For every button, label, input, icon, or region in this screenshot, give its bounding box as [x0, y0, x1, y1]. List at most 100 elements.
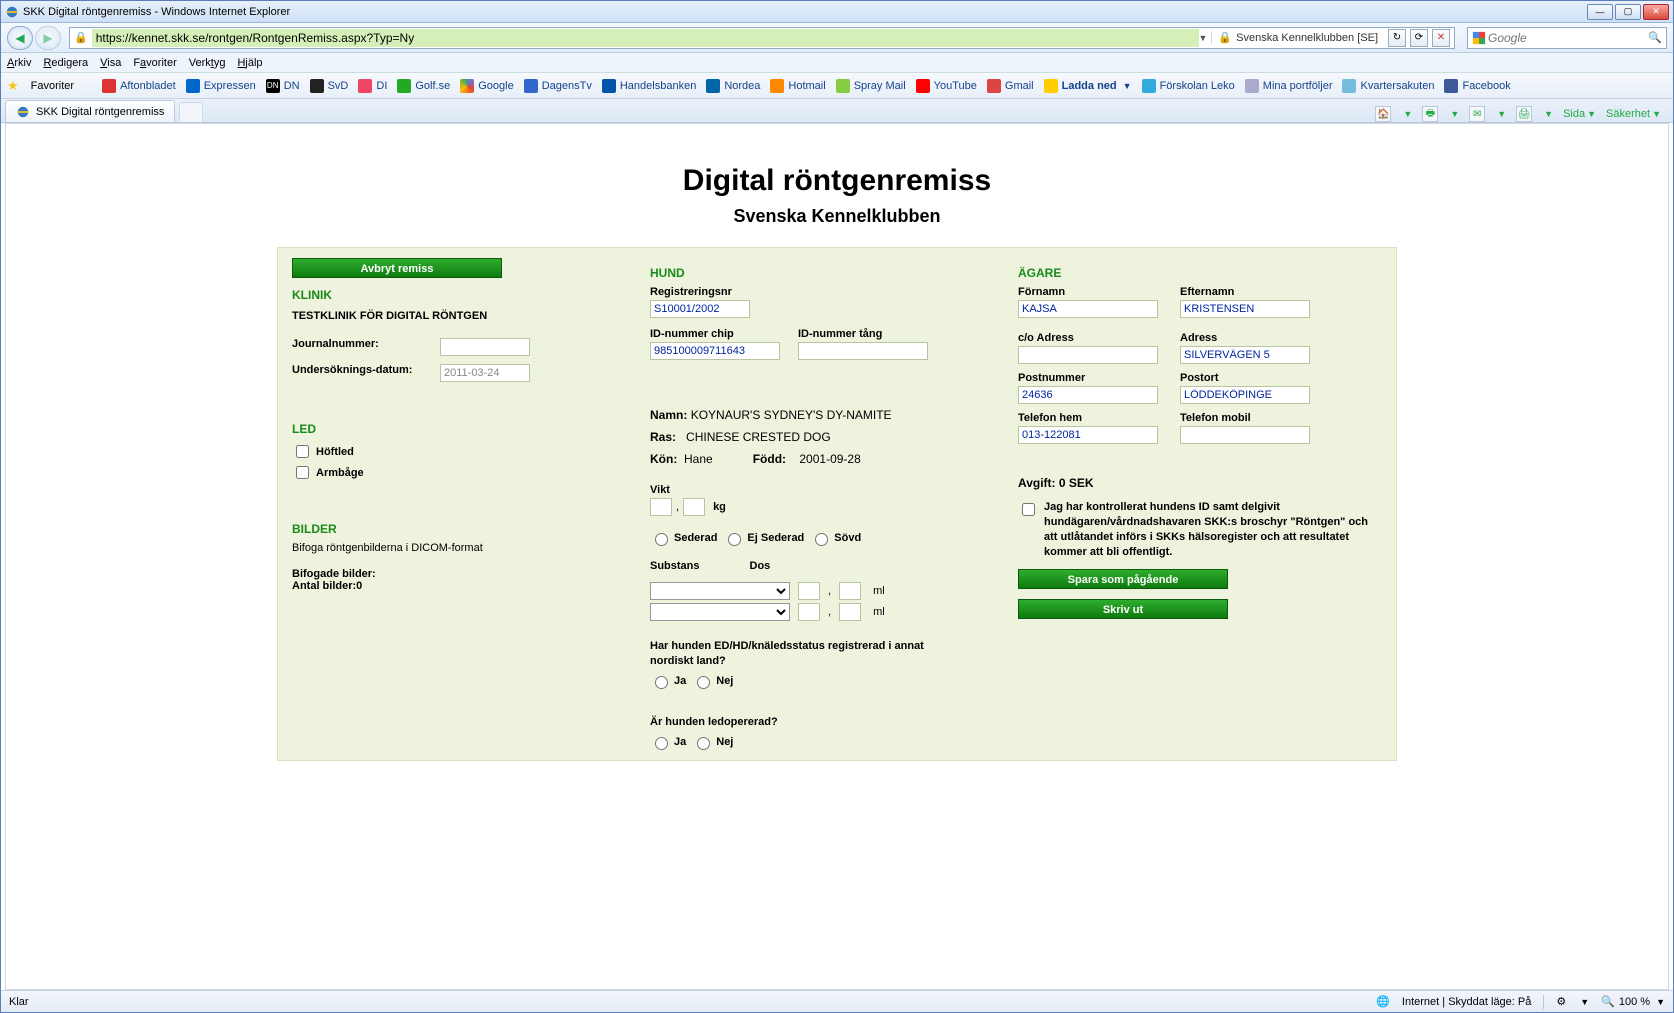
journal-label: Journalnummer:: [292, 338, 422, 356]
efternamn-label: Efternamn: [1180, 286, 1310, 298]
exam-date-input[interactable]: [440, 364, 530, 382]
reg-input[interactable]: [650, 300, 750, 318]
dos2-whole-input[interactable]: [798, 603, 820, 621]
bookmark-handelsbanken[interactable]: Handelsbanken: [602, 79, 696, 93]
bookmark-kvartersakuten[interactable]: Kvartersakuten: [1342, 79, 1434, 93]
close-button[interactable]: ✕: [1643, 4, 1669, 20]
bookmark-di[interactable]: DI: [358, 79, 387, 93]
substans2-select[interactable]: [650, 603, 790, 621]
search-input[interactable]: [1486, 30, 1648, 46]
oper-nej-radio[interactable]: [697, 737, 710, 750]
bookmark-svd[interactable]: SvD: [310, 79, 349, 93]
url-dropdown-icon[interactable]: ▼: [1199, 33, 1208, 43]
chchip-label: ID-nummer chip: [650, 328, 780, 340]
ie-icon: [5, 5, 19, 19]
zoom-control[interactable]: 🔍 100 %▼: [1601, 995, 1665, 1008]
minimize-button[interactable]: —: [1587, 4, 1613, 20]
padlock-icon: 🔒: [1218, 31, 1232, 44]
tang-input[interactable]: [798, 342, 928, 360]
bookmark-dn[interactable]: DNDN: [266, 79, 300, 93]
avbryt-remiss-button[interactable]: Avbryt remiss: [292, 258, 502, 278]
efternamn-input[interactable]: [1180, 300, 1310, 318]
refresh-button[interactable]: ↻: [1388, 29, 1406, 47]
safety-menu[interactable]: Säkerhet▼: [1606, 108, 1661, 120]
nordic-ja-radio[interactable]: [655, 676, 668, 689]
bookmark-youtube[interactable]: YouTube: [916, 79, 977, 93]
feeds-icon[interactable]: 🖶: [1422, 106, 1438, 122]
postnr-input[interactable]: [1018, 386, 1158, 404]
bookmark-spraymail[interactable]: Spray Mail: [836, 79, 906, 93]
adress-input[interactable]: [1180, 346, 1310, 364]
bookmark-laddaned[interactable]: Ladda ned▼: [1044, 79, 1132, 93]
bookmark-facebook[interactable]: Facebook: [1444, 79, 1510, 93]
bookmark-aftonbladet[interactable]: Aftonbladet: [102, 79, 176, 93]
favorites-label[interactable]: Favoriter: [31, 80, 74, 92]
protected-mode-icon[interactable]: ⚙: [1556, 995, 1566, 1008]
fornamn-label: Förnamn: [1018, 286, 1158, 298]
armbage-checkbox[interactable]: [296, 466, 309, 479]
fornamn-input[interactable]: [1018, 300, 1158, 318]
menu-arkiv[interactable]: Arkiv: [7, 57, 31, 69]
telhem-input[interactable]: [1018, 426, 1158, 444]
menu-verktyg[interactable]: Verktyg: [189, 57, 226, 69]
hoftled-label: Höftled: [316, 446, 354, 458]
chip-input[interactable]: [650, 342, 780, 360]
new-tab-button[interactable]: [179, 102, 203, 122]
sederad-radio[interactable]: [655, 533, 668, 546]
dos2-unit: ml: [873, 606, 885, 618]
nordic-nej-radio[interactable]: [697, 676, 710, 689]
mail-icon[interactable]: ✉: [1469, 106, 1485, 122]
substans1-select[interactable]: [650, 582, 790, 600]
vikt-dec-input[interactable]: [683, 498, 705, 516]
address-bar[interactable]: 🔒 ▼ 🔒 Svenska Kennelklubben [SE] ↻ ⟳ ✕: [69, 27, 1455, 49]
sovd-radio[interactable]: [815, 533, 828, 546]
menu-redigera[interactable]: Redigera: [43, 57, 88, 69]
print-icon[interactable]: 🖨: [1516, 106, 1532, 122]
search-go-icon[interactable]: 🔍: [1648, 31, 1662, 44]
bookmark-google[interactable]: Google: [460, 79, 513, 93]
telmob-input[interactable]: [1180, 426, 1310, 444]
dos1-whole-input[interactable]: [798, 582, 820, 600]
tab-active[interactable]: SKK Digital röntgenremiss: [5, 100, 175, 122]
dos1-dec-input[interactable]: [839, 582, 861, 600]
refresh-alt-button[interactable]: ⟳: [1410, 29, 1428, 47]
bookmark-expressen[interactable]: Expressen: [186, 79, 256, 93]
vikt-whole-input[interactable]: [650, 498, 672, 516]
reg-label: Registreringsnr: [650, 286, 990, 298]
bookmark-dagenstv[interactable]: DagensTv: [524, 79, 592, 93]
menu-visa[interactable]: Visa: [100, 57, 121, 69]
maximize-button[interactable]: ▢: [1615, 4, 1641, 20]
postort-input[interactable]: [1180, 386, 1310, 404]
consent-checkbox[interactable]: [1022, 503, 1035, 516]
favorites-star-icon[interactable]: ★: [7, 78, 19, 94]
ej-sederad-radio[interactable]: [728, 533, 741, 546]
site-identity[interactable]: 🔒 Svenska Kennelklubben [SE]: [1211, 31, 1384, 44]
home-icon[interactable]: 🏠: [1375, 106, 1391, 122]
oper-ja-radio[interactable]: [655, 737, 668, 750]
journal-input[interactable]: [440, 338, 530, 356]
bookmark-nordea[interactable]: Nordea: [706, 79, 760, 93]
bookmark-hotmail[interactable]: Hotmail: [770, 79, 825, 93]
dos1-unit: ml: [873, 585, 885, 597]
spara-button[interactable]: Spara som pågående: [1018, 569, 1228, 589]
co-input[interactable]: [1018, 346, 1158, 364]
bookmark-gmail[interactable]: Gmail: [987, 79, 1034, 93]
bookmark-golf[interactable]: Golf.se: [397, 79, 450, 93]
bookmark-portfoljer[interactable]: Mina portföljer: [1245, 79, 1333, 93]
forward-button[interactable]: ▶: [35, 26, 61, 50]
back-button[interactable]: ◀: [7, 26, 33, 50]
sedation-group: Sederad Ej Sederad Sövd: [650, 530, 990, 546]
menu-hjalp[interactable]: Hjälp: [237, 57, 262, 69]
command-bar: 🏠▼ 🖶▼ ✉▼ 🖨▼ Sida▼ Säkerhet▼: [1375, 106, 1669, 122]
avgift-label: Avgift:: [1018, 476, 1056, 490]
page-menu[interactable]: Sida▼: [1563, 108, 1596, 120]
url-input[interactable]: [92, 29, 1199, 47]
hoftled-checkbox[interactable]: [296, 445, 309, 458]
bookmark-forskolan[interactable]: Förskolan Leko: [1142, 79, 1235, 93]
skrivut-button[interactable]: Skriv ut: [1018, 599, 1228, 619]
dos2-dec-input[interactable]: [839, 603, 861, 621]
stop-button[interactable]: ✕: [1432, 29, 1450, 47]
search-box[interactable]: 🔍: [1467, 27, 1667, 49]
menu-favoriter[interactable]: Favoriter: [133, 57, 176, 69]
content-viewport[interactable]: Digital röntgenremiss Svenska Kennelklub…: [5, 123, 1669, 990]
